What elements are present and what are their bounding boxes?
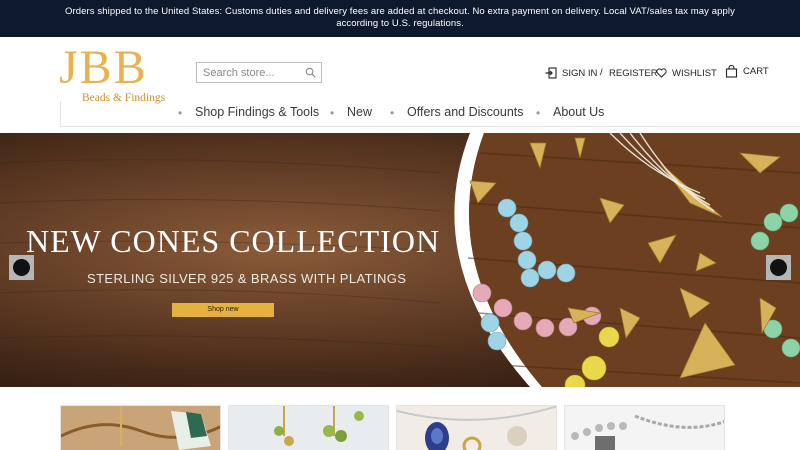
hero-subtitle: STERLING SILVER 925 & BRASS WITH PLATING… bbox=[87, 271, 407, 286]
category-thumbnails bbox=[0, 387, 800, 450]
nav-item-new[interactable]: New bbox=[347, 105, 372, 119]
heart-icon bbox=[656, 68, 667, 78]
hero-title: NEW CONES COLLECTION bbox=[26, 223, 441, 259]
nav-item-offers-discounts[interactable]: Offers and Discounts bbox=[407, 105, 524, 119]
wishlist-link[interactable]: WISHLIST bbox=[656, 66, 717, 80]
carousel-prev-button[interactable] bbox=[9, 255, 34, 280]
logo[interactable]: JBB Beads & Findings bbox=[59, 41, 169, 105]
sign-in-icon bbox=[545, 67, 557, 79]
carousel-next-button[interactable] bbox=[766, 255, 791, 280]
nav-separator-dot: • bbox=[390, 106, 395, 120]
site-header: JBB Beads & Findings SIGN IN / REGISTER bbox=[0, 37, 800, 127]
earrings-photo bbox=[229, 406, 388, 450]
shipping-notice-bar: Orders shipped to the United States: Cus… bbox=[0, 0, 800, 37]
thumbnail-necklace[interactable] bbox=[60, 405, 221, 450]
thumbnail-chain[interactable] bbox=[564, 405, 725, 450]
cart-link[interactable]: CART bbox=[725, 64, 769, 78]
pendant-photo bbox=[397, 406, 556, 450]
register-link[interactable]: REGISTER bbox=[609, 66, 658, 80]
nav-separator-dot: • bbox=[536, 106, 541, 120]
sign-in-link[interactable]: SIGN IN bbox=[545, 66, 597, 80]
thumbnail-pendant[interactable] bbox=[396, 405, 557, 450]
main-navigation: • Shop Findings & Tools • New • Offers a… bbox=[60, 101, 800, 127]
page: Orders shipped to the United States: Cus… bbox=[0, 0, 800, 450]
nav-separator-dot: • bbox=[178, 106, 183, 120]
logo-letters: JBB bbox=[59, 41, 148, 94]
carousel-prev-icon bbox=[13, 259, 30, 276]
nav-item-about-us[interactable]: About Us bbox=[553, 105, 604, 119]
thumbnail-earrings[interactable] bbox=[228, 405, 389, 450]
shop-new-button[interactable]: Shop new bbox=[172, 303, 274, 317]
cart-label: CART bbox=[743, 65, 769, 77]
nav-separator-dot: • bbox=[330, 106, 335, 120]
search-icon[interactable] bbox=[305, 67, 316, 78]
hero-banner[interactable]: NEW CONES COLLECTION STERLING SILVER 925… bbox=[0, 133, 800, 387]
sign-in-label: SIGN IN bbox=[562, 67, 598, 79]
shopping-bag-icon bbox=[725, 64, 738, 78]
necklace-photo bbox=[61, 406, 220, 450]
hero-background-image bbox=[0, 133, 800, 387]
account-separator: / bbox=[600, 67, 603, 78]
register-label: REGISTER bbox=[609, 67, 658, 79]
chain-photo bbox=[565, 406, 724, 450]
wishlist-label: WISHLIST bbox=[672, 67, 717, 79]
search-input[interactable] bbox=[197, 63, 302, 82]
shipping-notice-text: Orders shipped to the United States: Cus… bbox=[65, 6, 735, 29]
nav-item-shop-findings-tools[interactable]: Shop Findings & Tools bbox=[195, 105, 319, 119]
carousel-next-icon bbox=[770, 259, 787, 276]
search-box bbox=[196, 62, 322, 83]
